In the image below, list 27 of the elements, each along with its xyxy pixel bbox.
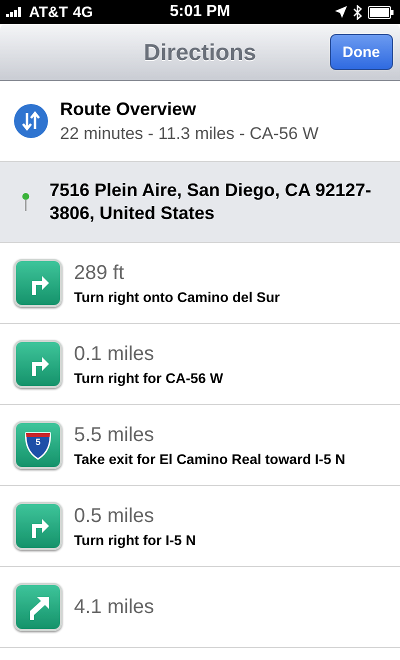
step-instruction: Take exit for El Camino Real toward I-5 N [74,450,346,466]
interstate-shield-icon: 5 [14,421,62,469]
destination-address: 7516 Plein Aire, San Diego, CA 92127-3806, United States [50,178,372,225]
route-icon [14,104,48,138]
signal-icon [6,7,24,17]
destination-row[interactable]: 7516 Plein Aire, San Diego, CA 92127-3806, United States [0,162,400,243]
step-distance: 0.1 miles [74,342,156,366]
step-distance: 0.5 miles [74,504,156,528]
location-icon [335,6,347,18]
battery-icon [368,6,394,18]
turn-right-icon [14,259,62,307]
bluetooth-icon [353,4,362,20]
overview-title: Route Overview [60,98,198,120]
turn-right-icon [14,340,62,388]
route-summary: 22 minutes - 11.3 miles - CA-56 W [60,124,319,144]
step-instruction: Turn right onto Camino del Sur [74,288,280,304]
step-distance: 289 ft [74,262,126,284]
step-instruction: Turn right for CA-56 W [74,370,224,386]
network-type: 4G [72,4,93,20]
step-distance: 4.1 miles [74,596,154,618]
done-button[interactable]: Done [330,34,393,70]
status-time: 5:01 PM [170,3,230,21]
step-instruction: Turn right for I-5 N [74,532,196,548]
turn-right-icon [14,502,62,550]
screen-title: Directions [144,38,256,66]
carrier-name: AT&T [29,4,68,20]
step-distance: 5.5 miles [74,424,156,446]
